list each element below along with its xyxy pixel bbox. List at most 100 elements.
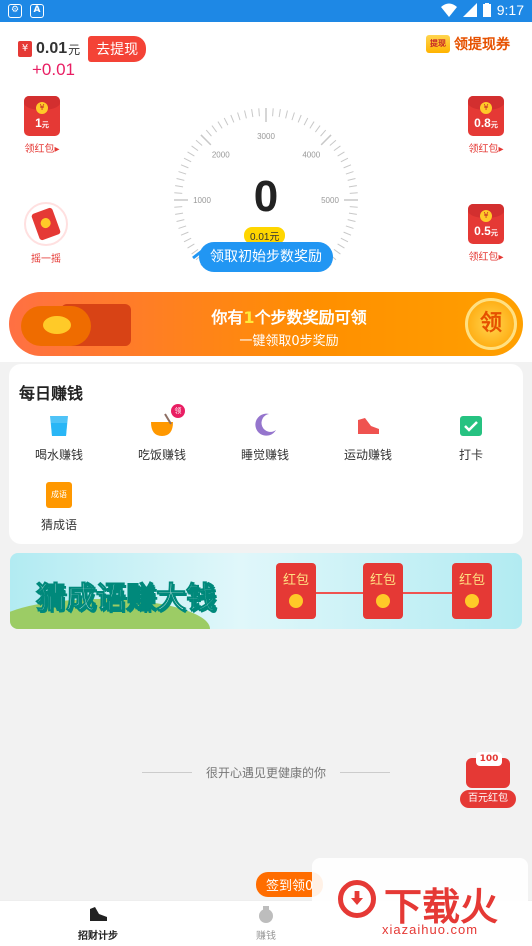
app-notification-icon: ⚙ [8,4,22,18]
gauge-tick [272,108,274,117]
idiom-book-icon: 成语 [46,482,72,508]
red-envelope-icon: ¥ 0.8元 [468,96,504,136]
tagline: 很开心遇见更健康的你 [0,764,532,781]
redpack-right-bottom[interactable]: ¥ 0.5元 领红包▸ [468,204,504,263]
idiom-icon-text: 成语 [51,490,67,499]
redpack-label: 领红包▸ [468,252,504,263]
gauge-tick [285,110,288,119]
watermark-logo: 下载火 xiazaihuo.com [312,858,528,946]
redpack-value: 1 [35,116,42,130]
task-label: 吃饭赚钱 [137,448,186,462]
redpack-right-top[interactable]: ¥ 0.8元 领红包▸ [468,96,504,155]
gauge-tick [178,225,187,229]
gauge-tick [333,248,341,255]
banner-redpack: 红包 [452,563,492,619]
task-exercise[interactable]: 运动赚钱 [318,412,418,463]
new-badge: 领 [171,404,185,418]
withdraw-button[interactable]: 去提现 [88,36,147,62]
gauge-tick [187,243,195,249]
task-meal[interactable]: 领 吃饭赚钱 [112,404,212,463]
task-idiom[interactable]: 成语 猜成语 [9,482,109,533]
tab-earn[interactable]: 赚钱 [226,905,306,942]
claim-initial-steps-button[interactable]: 领取初始步数奖励 [199,242,333,272]
gauge-tick [230,114,235,123]
signal-icon [462,3,477,17]
status-bar: ⚙ A 9:17 [0,0,532,22]
balance-amount: 0.01 [36,40,68,57]
sneaker-icon [90,907,107,921]
gauge-tick [343,231,352,236]
gauge-tick [223,117,229,126]
idiom-banner[interactable]: 猜成语赚大钱 红包 红包 红包 [10,553,522,629]
gauge-tick [343,164,352,169]
tab-step-counter[interactable]: 招财计步 [58,905,138,942]
task-water[interactable]: 喝水赚钱 [9,412,109,463]
promo-title-suffix: 个步数奖励可领 [254,308,367,327]
shake-label: 摇一摇 [31,254,61,265]
gauge-tick [183,237,192,243]
gauge-tick [251,109,254,118]
redpack-unit: 元 [41,122,49,129]
battery-icon [482,3,491,17]
gauge-tick [180,231,189,236]
watermark-url: xiazaihuo.com [382,922,479,937]
red-envelope-icon: ¥ 0.5元 [468,204,504,244]
balance-increment: +0.01 [32,60,76,79]
shake-button[interactable]: 摇一摇 [24,202,68,265]
calendar-check-icon [460,416,482,436]
sneaker-icon [358,418,379,434]
gauge-tick-label: 2000 [212,151,230,160]
redpack-left-top[interactable]: ¥ 1元 领红包▸ [24,96,60,155]
gauge-tick [340,157,349,163]
redpack-unit: 元 [490,230,498,237]
gauge-tick [337,243,345,249]
claim-coin-button[interactable]: 领 [465,298,517,350]
gauge-tick [309,121,315,129]
tab-label: 招财计步 [78,931,118,942]
coin-icon: ¥ [36,102,48,114]
gauge-tick [211,125,218,133]
cash-ticket-icon: 提现 [426,35,450,53]
task-checkin[interactable]: 打卡 [421,412,521,463]
coin-icon: ¥ [480,210,492,222]
moon-icon [255,413,276,436]
daily-title: 每日赚钱 [19,384,84,403]
gauge-tick [333,145,341,152]
task-label: 运动赚钱 [343,448,392,462]
balance-unit: 元 [68,42,81,57]
envelope-stack-icon [21,300,131,350]
gauge-tick [237,112,241,121]
gauge-tick [195,139,203,146]
task-label: 猜成语 [40,518,77,532]
task-label: 睡觉赚钱 [240,448,289,462]
gauge-tick [180,164,189,169]
task-label: 喝水赚钱 [34,448,83,462]
gauge-tick [291,112,295,121]
gauge-tick [345,225,354,229]
pack-label: 红包 [369,573,396,588]
balance-row: ¥ 0.01 元 去提现 [18,36,147,62]
gauge-tick [278,109,281,118]
gauge-tick-label: 3000 [257,132,275,141]
step-reward-banner[interactable]: 你有1个步数奖励可领 一键领取0步奖励 领 [9,292,523,356]
yen-icon: ¥ [18,41,32,57]
promo-count: 1 [243,308,255,327]
task-sleep[interactable]: 睡觉赚钱 [215,412,315,463]
cash-coupon-button[interactable]: 提现 领提现券 [426,34,510,54]
banner-redpack: 红包 [276,563,316,619]
shake-circle [24,202,68,246]
hundred-yuan-redpack-button[interactable]: 100 百元红包 [460,752,516,808]
gauge-tick [297,114,302,123]
daily-earn-card: 每日赚钱 喝水赚钱 领 吃饭赚钱 睡觉赚钱 运动赚钱 打卡 成语 猜成语 [9,364,523,544]
redpack-label: 领红包▸ [468,144,504,155]
redpack-unit: 元 [490,122,498,129]
promo-title-prefix: 你有 [211,308,244,327]
money-bag-icon [259,906,273,923]
gauge-tick [337,151,345,157]
gauge-tick [320,134,332,146]
float-pack-label: 百元红包 [460,790,516,808]
gauge-tick [183,157,192,163]
redpack-value: 0.8 [474,116,491,130]
app-notification-icon-2: A [30,4,44,18]
water-cup-icon [50,416,68,436]
